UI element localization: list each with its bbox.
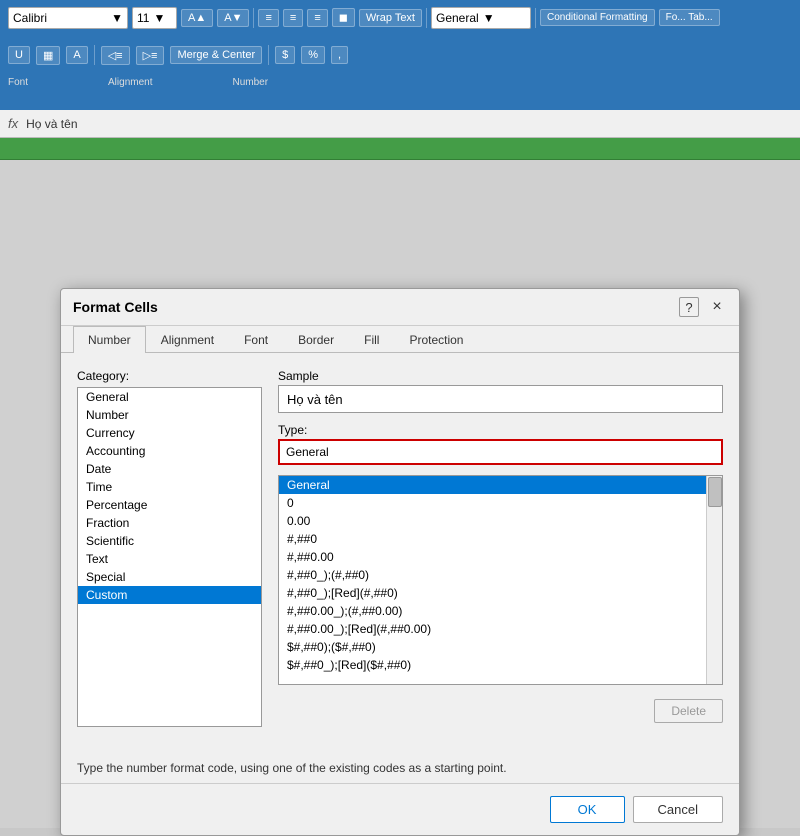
type-list-item-hh0.00[interactable]: #,##0.00 xyxy=(279,548,722,566)
indent-decrease-btn[interactable]: ◁≡ xyxy=(101,46,130,65)
tab-number[interactable]: Number xyxy=(73,326,146,353)
dialog-controls: ? × xyxy=(679,297,727,317)
type-list-scrollbar-thumb[interactable] xyxy=(708,477,722,507)
indent-increase-btn[interactable]: ▷≡ xyxy=(136,46,165,65)
sample-box: Họ và tên xyxy=(278,385,723,413)
right-panel: Sample Họ và tên Type: General 0 xyxy=(278,369,723,737)
tab-border[interactable]: Border xyxy=(283,326,349,353)
highlight-btn[interactable]: A xyxy=(66,46,87,64)
type-list-scrollbar xyxy=(706,476,722,684)
number-format-dropdown[interactable]: General ▼ xyxy=(431,7,531,29)
type-input-container xyxy=(278,439,723,465)
category-panel: Category: General Number Currency Accoun… xyxy=(77,369,262,737)
category-item-date[interactable]: Date xyxy=(78,460,261,478)
font-size-dropdown[interactable]: 11 ▼ xyxy=(132,7,177,29)
dialog-tabs: Number Alignment Font Border Fill Protec… xyxy=(61,326,739,353)
dialog-footer: OK Cancel xyxy=(61,783,739,835)
align-center-btn[interactable]: ≡ xyxy=(283,9,303,27)
category-item-fraction[interactable]: Fraction xyxy=(78,514,261,532)
font-section-label: Font xyxy=(8,77,28,88)
sample-section: Sample Họ và tên xyxy=(278,369,723,413)
category-item-currency[interactable]: Currency xyxy=(78,424,261,442)
decrease-font-btn[interactable]: A▼ xyxy=(217,9,249,27)
tab-fill[interactable]: Fill xyxy=(349,326,394,353)
align-right-btn[interactable]: ≡ xyxy=(307,9,327,27)
category-item-custom[interactable]: Custom xyxy=(78,586,261,604)
tab-protection[interactable]: Protection xyxy=(394,326,478,353)
category-item-text[interactable]: Text xyxy=(78,550,261,568)
fill-color-btn[interactable]: ◼ xyxy=(332,8,355,27)
type-list-item-0.00[interactable]: 0.00 xyxy=(279,512,722,530)
description-text: Type the number format code, using one o… xyxy=(61,753,739,783)
category-item-special[interactable]: Special xyxy=(78,568,261,586)
delete-btn-container: Delete xyxy=(654,699,723,723)
type-list-item-format5[interactable]: $#,##0);($#,##0) xyxy=(279,638,722,656)
dialog-title: Format Cells xyxy=(73,299,158,315)
wrap-text-btn[interactable]: Wrap Text xyxy=(359,9,422,27)
category-item-scientific[interactable]: Scientific xyxy=(78,532,261,550)
align-left-btn[interactable]: ≡ xyxy=(258,9,278,27)
type-label: Type: xyxy=(278,423,723,437)
type-list-item-format1[interactable]: #,##0_);(#,##0) xyxy=(279,566,722,584)
category-item-percentage[interactable]: Percentage xyxy=(78,496,261,514)
underline-btn[interactable]: U xyxy=(8,46,30,64)
alignment-section-label: Alignment xyxy=(108,77,152,88)
category-label: Category: xyxy=(77,369,262,383)
ok-button[interactable]: OK xyxy=(550,796,625,823)
delete-button: Delete xyxy=(654,699,723,723)
dialog-titlebar: Format Cells ? × xyxy=(61,289,739,326)
excel-sheet-area: Format Cells ? × Number Alignment Font B… xyxy=(0,138,800,828)
percent-btn[interactable]: % xyxy=(301,46,325,64)
merge-center-btn[interactable]: Merge & Center xyxy=(170,46,262,64)
type-list-item-hh0[interactable]: #,##0 xyxy=(279,530,722,548)
category-list[interactable]: General Number Currency Accounting Date … xyxy=(77,387,262,727)
border-btn[interactable]: ▦ xyxy=(36,46,60,65)
dialog-close-button[interactable]: × xyxy=(707,297,727,317)
dollar-btn[interactable]: $ xyxy=(275,46,295,64)
type-list-container[interactable]: General 0 0.00 #,##0 #,##0.00 #,##0_);(#… xyxy=(278,475,723,685)
modal-overlay: Format Cells ? × Number Alignment Font B… xyxy=(0,138,800,828)
category-item-general[interactable]: General xyxy=(78,388,261,406)
category-item-number[interactable]: Number xyxy=(78,406,261,424)
dialog-help-button[interactable]: ? xyxy=(679,297,699,317)
type-list-item-0[interactable]: 0 xyxy=(279,494,722,512)
tab-font[interactable]: Font xyxy=(229,326,283,353)
type-section: Type: xyxy=(278,423,723,465)
format-cells-dialog: Format Cells ? × Number Alignment Font B… xyxy=(60,288,740,836)
category-item-time[interactable]: Time xyxy=(78,478,261,496)
sample-value: Họ và tên xyxy=(287,392,343,407)
type-list-item-format4[interactable]: #,##0.00_);[Red](#,##0.00) xyxy=(279,620,722,638)
increase-font-btn[interactable]: A▲ xyxy=(181,9,213,27)
toolbar-row2: U ▦ A ◁≡ ▷≡ Merge & Center $ % , xyxy=(0,35,800,75)
type-list-item-format6[interactable]: $#,##0_);[Red]($#,##0) xyxy=(279,656,722,674)
type-input[interactable] xyxy=(286,445,715,459)
type-list-item-general[interactable]: General xyxy=(279,476,722,494)
fx-label: fx xyxy=(8,116,18,131)
excel-toolbar: Calibri ▼ 11 ▼ A▲ A▼ ≡ ≡ ≡ ◼ Wrap Text G… xyxy=(0,0,800,110)
toolbar-row1: Calibri ▼ 11 ▼ A▲ A▼ ≡ ≡ ≡ ◼ Wrap Text G… xyxy=(0,0,800,35)
formula-bar: fx Họ và tên xyxy=(0,110,800,138)
type-list-item-format3[interactable]: #,##0.00_);(#,##0.00) xyxy=(279,602,722,620)
dialog-body: Category: General Number Currency Accoun… xyxy=(61,353,739,753)
cancel-button[interactable]: Cancel xyxy=(633,796,723,823)
category-item-accounting[interactable]: Accounting xyxy=(78,442,261,460)
formula-value: Họ và tên xyxy=(26,117,77,131)
tab-alignment[interactable]: Alignment xyxy=(146,326,229,353)
sample-label: Sample xyxy=(278,369,723,383)
type-list-item-format2[interactable]: #,##0_);[Red](#,##0) xyxy=(279,584,722,602)
conditional-format-btn[interactable]: Conditional Formatting xyxy=(540,9,655,26)
number-section-label: Number xyxy=(232,77,268,88)
format-table-btn[interactable]: Fo... Tab... xyxy=(659,9,720,26)
comma-btn[interactable]: , xyxy=(331,46,348,64)
font-name-dropdown[interactable]: Calibri ▼ xyxy=(8,7,128,29)
